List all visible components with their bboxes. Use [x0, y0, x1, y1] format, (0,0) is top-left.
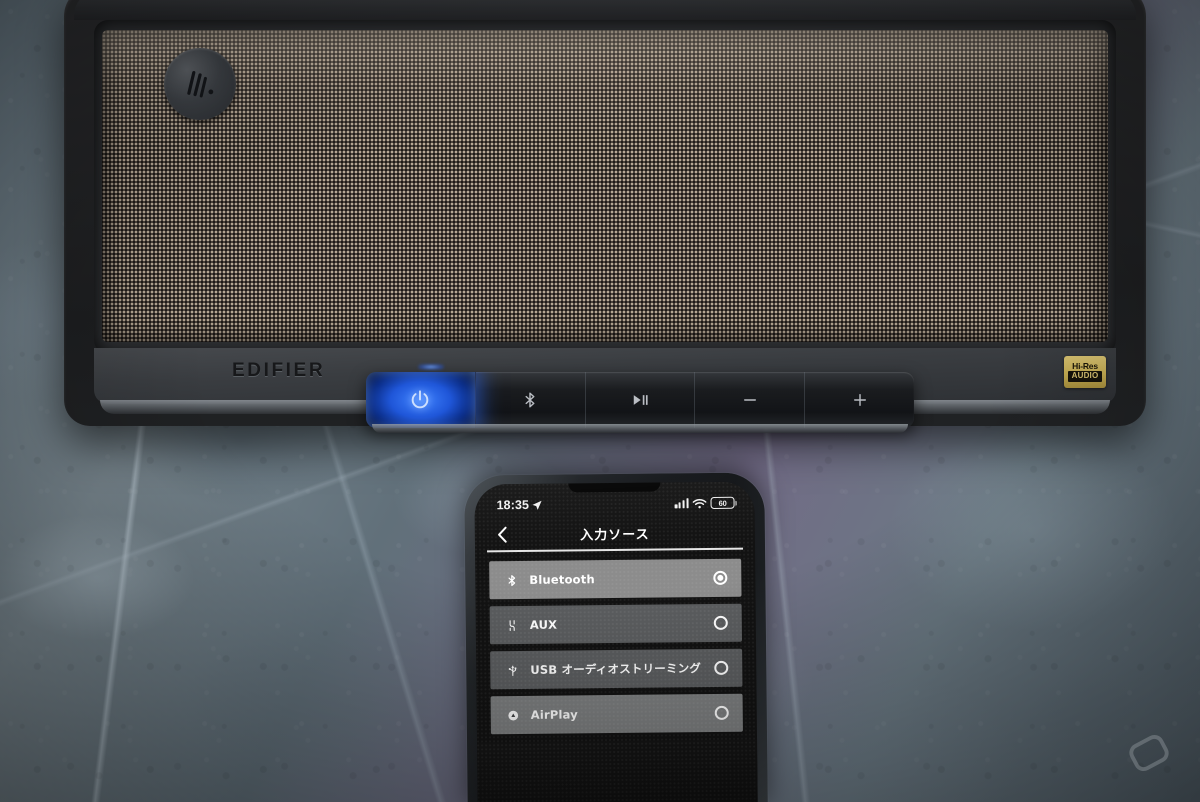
status-time: 18:35 — [496, 497, 530, 513]
list-item[interactable]: Bluetooth — [489, 558, 742, 600]
play-pause-icon — [633, 395, 648, 405]
edifier-speaker: EDIFIER Hi-Res AUDIO — [64, 0, 1146, 426]
aux-jack-icon — [503, 616, 521, 634]
phone-screen: 18:35 60 入力ソース Bluetooth AUX USB オーディオスト… — [474, 481, 758, 802]
radio-button-selected[interactable] — [713, 570, 728, 585]
bluetooth-button[interactable] — [476, 372, 586, 428]
airplay-icon — [504, 706, 522, 724]
hi-res-badge-line2: AUDIO — [1067, 371, 1103, 383]
frandroid-watermark — [1120, 724, 1178, 782]
edifier-brand-word: EDIFIER — [232, 360, 326, 381]
rounded-square-outline-icon — [1129, 734, 1169, 772]
list-item-label: AirPlay — [530, 707, 579, 722]
input-source-list: Bluetooth AUX USB オーディオストリーミング AirPlay — [475, 552, 757, 735]
usb-icon — [503, 661, 521, 679]
hi-res-badge-line1: Hi-Res — [1072, 360, 1098, 371]
battery-level: 60 — [718, 498, 727, 508]
speaker-grille — [102, 30, 1108, 342]
list-item-label: Bluetooth — [529, 572, 595, 587]
bluetooth-icon — [502, 571, 520, 589]
control-bar-base — [372, 424, 908, 433]
list-item-label: USB オーディオストリーミング — [530, 661, 702, 677]
volume-up-button[interactable] — [805, 372, 914, 428]
status-bar-right: 60 — [674, 496, 735, 510]
list-item[interactable]: AirPlay — [490, 693, 743, 735]
location-arrow-icon — [532, 500, 543, 510]
radio-button[interactable] — [714, 660, 729, 675]
power-button[interactable] — [366, 372, 476, 428]
list-item-label: AUX — [529, 617, 558, 632]
volume-down-button[interactable] — [695, 372, 806, 428]
navigation-bar: 入力ソース — [475, 516, 755, 551]
speaker-top-edge — [74, 0, 1136, 20]
radio-button[interactable] — [714, 705, 729, 720]
back-button[interactable] — [491, 523, 513, 545]
play-pause-button[interactable] — [586, 372, 696, 428]
list-item[interactable]: AUX — [489, 603, 743, 645]
speaker-control-bar — [366, 372, 914, 428]
battery-icon: 60 — [710, 496, 735, 510]
status-bar-left: 18:35 — [496, 498, 543, 512]
chevron-left-icon — [497, 526, 507, 543]
page-title: 入力ソース — [580, 527, 650, 543]
wifi-icon — [692, 498, 707, 508]
power-icon — [412, 390, 429, 409]
minus-icon — [743, 399, 756, 401]
plus-icon — [853, 394, 866, 406]
power-led-indicator — [418, 364, 444, 370]
photo-scene: EDIFIER Hi-Res AUDIO 18:35 60 入力ソース Blue… — [0, 0, 1200, 802]
screen-empty-area — [477, 739, 758, 802]
list-item[interactable]: USB オーディオストリーミング — [490, 648, 743, 690]
smartphone: 18:35 60 入力ソース Bluetooth AUX USB オーディオスト… — [464, 472, 768, 802]
hi-res-audio-badge: Hi-Res AUDIO — [1064, 356, 1106, 388]
radio-button[interactable] — [713, 615, 728, 630]
bluetooth-icon — [525, 392, 535, 408]
phone-notch — [568, 482, 661, 493]
cellular-signal-icon — [674, 498, 689, 509]
